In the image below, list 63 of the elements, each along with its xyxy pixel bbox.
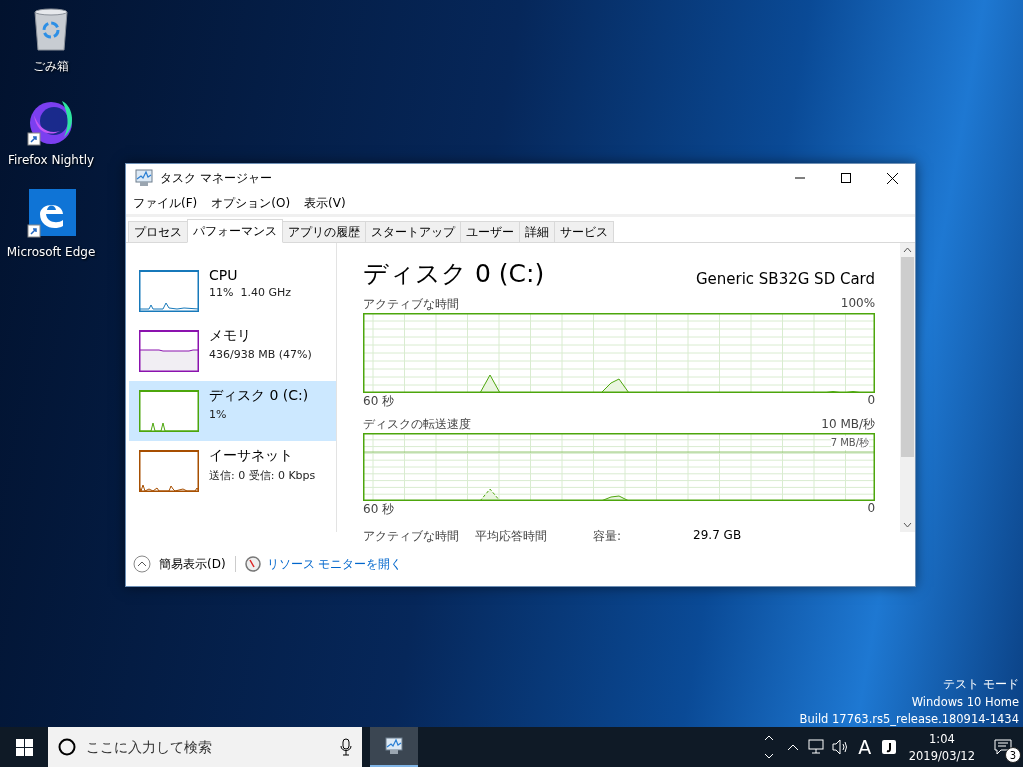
- clock[interactable]: 1:04 2019/03/12: [900, 727, 983, 767]
- desktop-icon-label[interactable]: Microsoft Edge: [6, 245, 96, 259]
- microphone-icon[interactable]: [340, 738, 352, 756]
- resource-reading: 1%: [209, 408, 228, 421]
- monitor-chart-icon: [134, 169, 154, 187]
- resource-name: イーサネット: [209, 447, 294, 465]
- panel-title: ディスク 0 (C:): [363, 258, 545, 290]
- notification-count-badge: 3: [1005, 747, 1021, 763]
- tab[interactable]: 詳細: [519, 221, 555, 242]
- resource-name: CPU: [209, 267, 239, 283]
- tab[interactable]: ユーザー: [460, 221, 520, 242]
- resource-monitor-link[interactable]: リソース モニターを開く: [266, 555, 403, 573]
- menu-item[interactable]: 表示(V): [304, 194, 346, 212]
- graph-max-label: 10 MB/秒: [821, 416, 876, 433]
- system-notice-text: Windows 10 Home: [911, 695, 1019, 709]
- stat-label: 容量:: [593, 528, 623, 545]
- resource-reading: 11% 1.40 GHz: [209, 286, 291, 299]
- chevron-up-circle-icon: [133, 555, 151, 573]
- windows-logo-icon: [15, 738, 33, 756]
- monitor-chart-icon: [384, 737, 404, 755]
- resource-reading: 送信: 0 受信: 0 Kbps: [209, 468, 316, 483]
- graph-min-label: 0: [867, 501, 876, 517]
- system-notice-text: Build 17763.rs5_release.180914-1434: [799, 712, 1019, 726]
- tab[interactable]: サービス: [554, 221, 614, 242]
- graph-scale-label: 7 MB/秒: [830, 436, 870, 450]
- time-span-label: 60 秒: [363, 393, 395, 410]
- close-icon: [886, 172, 898, 184]
- graph-label: ディスクの転送速度: [363, 416, 472, 433]
- search-box[interactable]: ここに入力して検索: [48, 727, 362, 767]
- desktop-icon-label[interactable]: ごみ箱: [33, 58, 69, 75]
- stat-label: アクティブな時間: [363, 528, 461, 545]
- graph-label: アクティブな時間: [363, 296, 460, 313]
- stat-label: 平均応答時間: [475, 528, 549, 545]
- graph-max-label: 100%: [840, 296, 876, 312]
- cortana-circle-icon: [58, 738, 76, 756]
- system-notice-text: テスト モード: [943, 677, 1019, 692]
- desktop-icon-label[interactable]: Firefox Nightly: [7, 153, 95, 167]
- tab[interactable]: プロセス: [128, 221, 188, 242]
- maximize-icon: [841, 173, 851, 183]
- menu-item[interactable]: オプション(O): [211, 194, 291, 212]
- gauge-icon: [244, 556, 261, 572]
- action-center-button[interactable]: 3: [983, 727, 1023, 767]
- time-span-label: 60 秒: [363, 501, 395, 518]
- tab[interactable]: アプリの履歴: [282, 221, 366, 242]
- stat-value: 29.7 GB: [693, 528, 742, 544]
- letter-e-tile-icon[interactable]: [26, 189, 76, 239]
- taskbar-app-button[interactable]: [370, 727, 418, 767]
- window-title: タスク マネージャー: [160, 169, 273, 187]
- resource-reading: 436/938 MB (47%): [209, 348, 312, 361]
- menu-item[interactable]: ファイル(F): [133, 194, 198, 212]
- tab[interactable]: パフォーマンス: [187, 219, 283, 243]
- resource-name: ディスク 0 (C:): [209, 387, 309, 405]
- scrollbar-thumb[interactable]: [901, 257, 915, 457]
- chevron-up-icon: [786, 743, 799, 751]
- tab[interactable]: スタートアップ: [365, 221, 461, 242]
- speech-bubble-icon: [994, 739, 1012, 755]
- input-mode-button[interactable]: A: [852, 727, 877, 767]
- resource-name: メモリ: [209, 327, 252, 345]
- scrollbar[interactable]: [900, 243, 915, 532]
- device-name: Generic SB32G SD Card: [695, 270, 876, 290]
- fewer-details-button[interactable]: 簡易表示(D): [133, 555, 226, 573]
- search-field[interactable]: ここに入力して検索: [84, 738, 332, 756]
- graph-min-label: 0: [867, 393, 876, 409]
